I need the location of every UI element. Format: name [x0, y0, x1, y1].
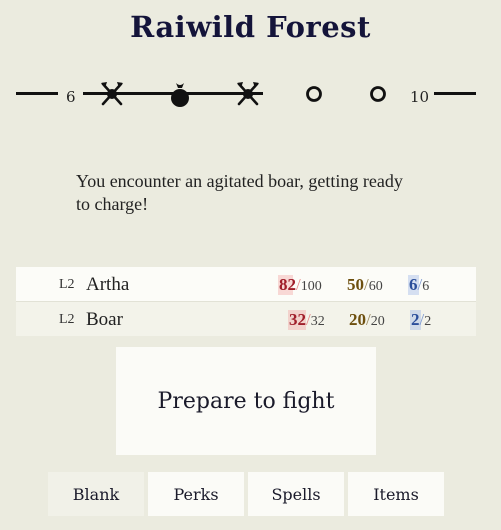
- combatant-row-boar: L2 Boar 32/32 20/20 2/2: [16, 302, 476, 336]
- track-line-right: [434, 92, 476, 95]
- loot-bag-icon: [166, 80, 194, 108]
- hp-stat: 82/100: [279, 275, 322, 294]
- energy-value: 50: [347, 275, 364, 294]
- mana-value: 6: [409, 275, 418, 294]
- mana-max: 6: [422, 279, 430, 294]
- prepare-to-fight-button[interactable]: Prepare to fight: [116, 347, 376, 455]
- energy-value: 20: [349, 310, 366, 329]
- combatant-level: L2: [59, 312, 75, 327]
- hp-value: 82: [279, 275, 296, 294]
- combatant-name: Boar: [86, 309, 123, 330]
- tab-spells[interactable]: Spells: [248, 472, 344, 516]
- mana-value: 2: [411, 310, 420, 329]
- mana-max: 2: [424, 314, 432, 329]
- combatant-name: Artha: [86, 274, 130, 295]
- action-tabs: Blank Perks Spells Items: [48, 472, 448, 516]
- tab-blank[interactable]: Blank: [48, 472, 144, 516]
- energy-stat: 20/20: [349, 310, 385, 329]
- track-start-label: 6: [66, 88, 76, 106]
- combatant-level: L2: [59, 277, 75, 292]
- energy-max: 60: [368, 279, 383, 294]
- progress-track: 6 10: [0, 70, 501, 120]
- energy-max: 20: [370, 314, 385, 329]
- tab-items[interactable]: Items: [348, 472, 444, 516]
- mana-stat: 2/2: [411, 310, 432, 329]
- track-end-label: 10: [410, 88, 430, 106]
- empty-node-icon: [300, 80, 328, 108]
- page-title: Raiwild Forest: [130, 10, 371, 44]
- energy-stat: 50/60: [347, 275, 383, 294]
- empty-node-icon: [364, 80, 392, 108]
- crossed-axes-icon: [234, 80, 262, 108]
- combatant-table: L2 Artha 82/100 50/60 6/6 L2 Boar 32/32 …: [16, 267, 476, 336]
- crossed-axes-icon: [98, 80, 126, 108]
- tab-perks[interactable]: Perks: [148, 472, 244, 516]
- track-line-left: [16, 92, 58, 95]
- mana-stat: 6/6: [409, 275, 430, 294]
- encounter-message: You encounter an agitated boar, getting …: [76, 171, 403, 214]
- hp-stat: 32/32: [289, 310, 325, 329]
- hp-max: 100: [300, 279, 322, 294]
- hp-value: 32: [289, 310, 306, 329]
- combatant-row-artha: L2 Artha 82/100 50/60 6/6: [16, 267, 476, 302]
- hp-max: 32: [310, 314, 325, 329]
